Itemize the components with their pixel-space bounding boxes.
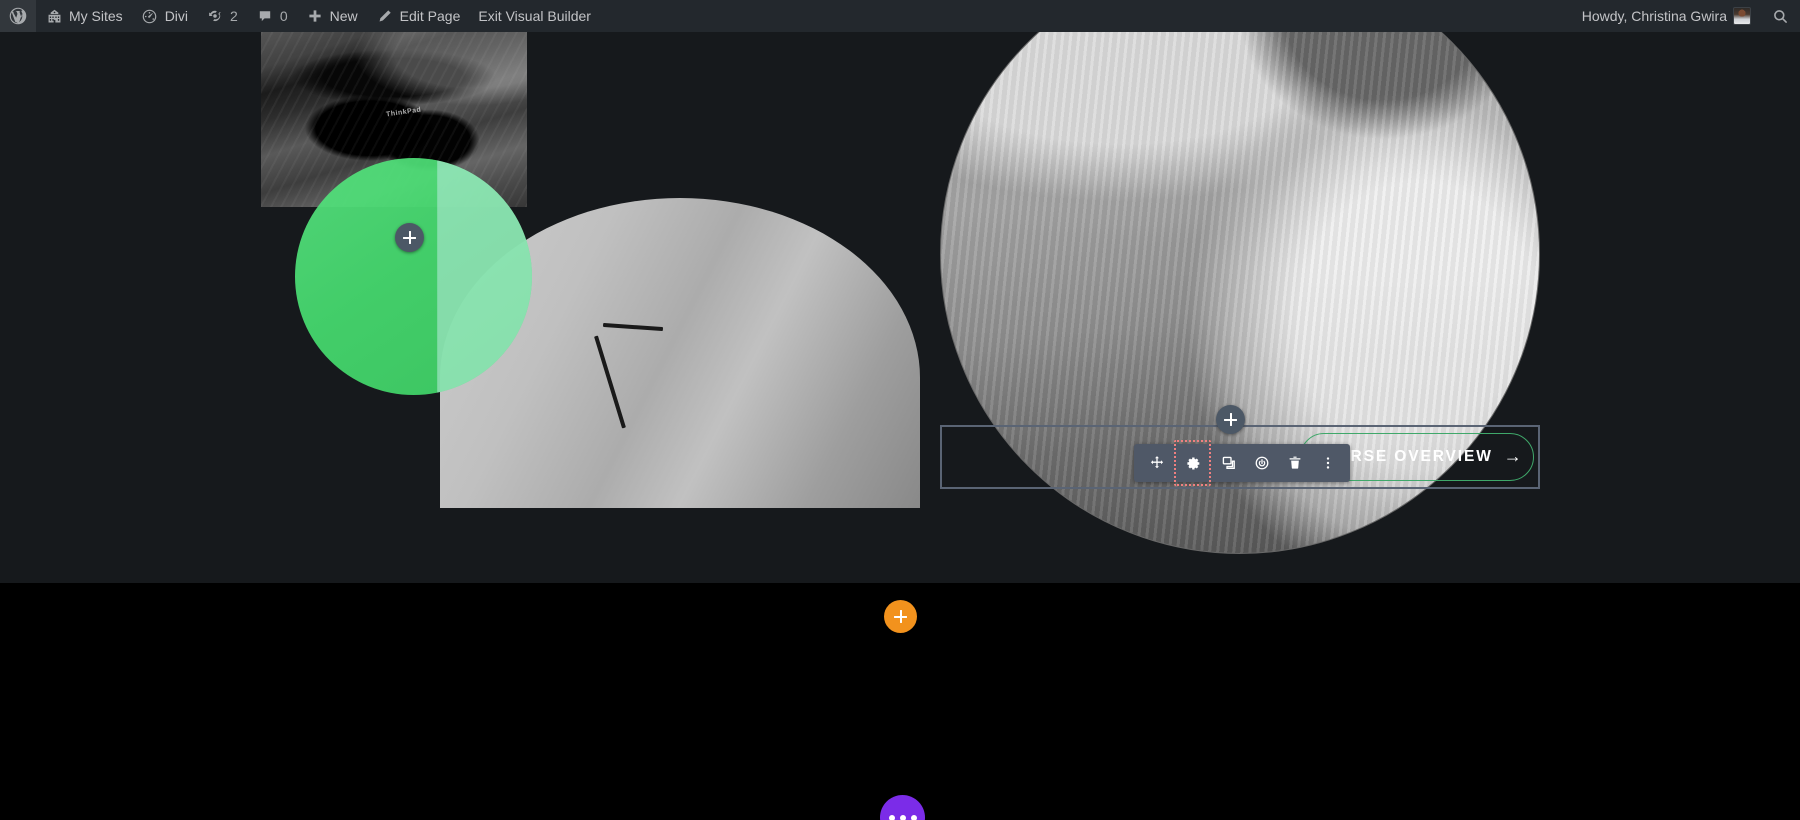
admin-bar-search-button[interactable]	[1760, 0, 1800, 32]
duplicate-icon	[1221, 455, 1237, 471]
admin-bar-item-edit-page[interactable]: Edit Page	[367, 0, 470, 32]
update-arrows-icon	[206, 7, 224, 25]
pencil-icon	[376, 7, 394, 25]
duplicate-module-button[interactable]	[1212, 444, 1245, 482]
admin-bar-right-group: Howdy, Christina Gwira	[1573, 0, 1800, 32]
gear-icon	[1184, 455, 1201, 472]
horizontal-dots-icon	[888, 814, 895, 820]
comment-bubble-icon	[256, 7, 274, 25]
move-arrows-icon	[1149, 455, 1165, 471]
wp-admin-bar: My Sites Divi 2 0 New Edit Page Exit Vis…	[0, 0, 1800, 32]
visual-builder-canvas: ThinkPad Nunc fringilla erat ut lectus a…	[0, 32, 1800, 820]
add-module-button-right[interactable]	[1216, 405, 1245, 434]
plus-icon	[1224, 413, 1237, 426]
add-section-button[interactable]	[884, 600, 917, 633]
disable-module-button[interactable]	[1245, 444, 1278, 482]
divi-speedometer-icon	[141, 7, 159, 25]
admin-bar-my-account[interactable]: Howdy, Christina Gwira	[1573, 0, 1760, 32]
move-module-button[interactable]	[1140, 444, 1173, 482]
arrow-right-icon: →	[1503, 446, 1524, 466]
admin-bar-label-exit-visual-builder: Exit Visual Builder	[478, 8, 591, 24]
horizontal-dots-icon	[910, 814, 917, 820]
module-settings-toolbar	[1134, 440, 1350, 486]
admin-bar-label-divi: Divi	[164, 8, 189, 24]
admin-bar-item-my-sites[interactable]: My Sites	[36, 0, 132, 32]
plus-icon	[894, 610, 907, 623]
plus-icon	[403, 231, 416, 244]
admin-bar-comments-count: 0	[279, 8, 288, 24]
wordpress-icon	[9, 7, 27, 25]
admin-bar-item-exit-visual-builder[interactable]: Exit Visual Builder	[469, 0, 600, 32]
admin-bar-label-my-sites: My Sites	[69, 8, 123, 24]
buildings-icon	[45, 7, 63, 25]
horizontal-dots-icon	[899, 814, 906, 820]
module-settings-button[interactable]	[1174, 440, 1211, 486]
plus-icon	[306, 7, 324, 25]
module-more-options-button[interactable]	[1311, 444, 1344, 482]
green-decorative-circle	[295, 158, 532, 395]
laptop-brand-text: ThinkPad	[385, 106, 422, 119]
delete-module-button[interactable]	[1278, 444, 1311, 482]
admin-bar-label-new: New	[329, 8, 358, 24]
admin-bar-item-updates[interactable]: 2	[197, 0, 247, 32]
power-icon	[1254, 455, 1270, 471]
trash-icon	[1287, 455, 1303, 471]
vertical-dots-icon	[1321, 455, 1335, 471]
admin-bar-wordpress-logo[interactable]	[0, 0, 36, 32]
add-module-button-left[interactable]	[395, 223, 424, 252]
search-icon	[1771, 7, 1789, 25]
admin-bar-label-edit-page: Edit Page	[399, 8, 461, 24]
howdy-text: Howdy, Christina Gwira	[1581, 8, 1727, 24]
admin-bar-item-divi[interactable]: Divi	[132, 0, 197, 32]
avatar	[1733, 7, 1751, 25]
admin-bar-item-comments[interactable]: 0	[247, 0, 297, 32]
admin-bar-item-new[interactable]: New	[297, 0, 367, 32]
admin-bar-updates-count: 2	[230, 8, 238, 24]
